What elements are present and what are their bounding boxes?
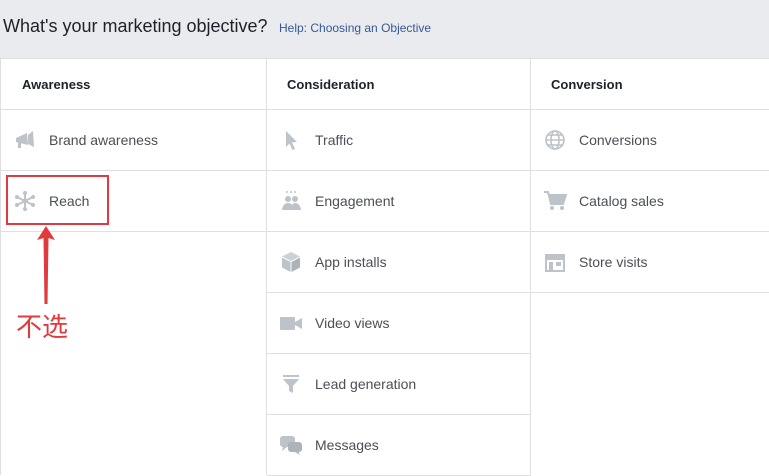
objective-header: What's your marketing objective? Help: C… [0, 0, 769, 58]
column-header-conversion: Conversion [531, 59, 769, 110]
column-conversion: Conversion Conversions Catalog sales Sto… [530, 59, 769, 475]
objective-catalog-sales[interactable]: Catalog sales [531, 171, 769, 232]
objective-messages[interactable]: Messages [267, 415, 531, 476]
objective-label: Lead generation [315, 376, 417, 392]
objective-label: Store visits [579, 254, 648, 270]
objective-grid: Awareness Brand awareness Reach Consider… [0, 58, 769, 476]
cursor-icon [279, 129, 303, 151]
objective-label: App installs [315, 254, 387, 270]
page-title: What's your marketing objective? [3, 16, 268, 36]
annotation-arrow-icon [37, 226, 55, 304]
globe-icon [543, 129, 567, 151]
video-camera-icon [279, 312, 303, 334]
column-consideration: Consideration Traffic Engagement App ins… [266, 59, 531, 476]
annotation-highlight-box [6, 175, 109, 225]
objective-label: Catalog sales [579, 193, 664, 209]
column-header-awareness: Awareness [1, 59, 266, 110]
objective-label: Brand awareness [49, 132, 158, 148]
people-icon [279, 190, 303, 212]
objective-engagement[interactable]: Engagement [267, 171, 531, 232]
help-link[interactable]: Help: Choosing an Objective [279, 21, 431, 35]
chat-bubbles-icon [279, 434, 303, 456]
cart-icon [543, 190, 567, 212]
objective-traffic[interactable]: Traffic [267, 110, 531, 171]
objective-label: Video views [315, 315, 390, 331]
objective-lead-generation[interactable]: Lead generation [267, 354, 531, 415]
objective-app-installs[interactable]: App installs [267, 232, 531, 293]
objective-label: Engagement [315, 193, 395, 209]
objective-conversions[interactable]: Conversions [531, 110, 769, 171]
objective-label: Traffic [315, 132, 354, 148]
objective-label: Messages [315, 437, 379, 453]
box-icon [279, 251, 303, 273]
annotation-text: 不选 [16, 313, 69, 343]
objective-video-views[interactable]: Video views [267, 293, 531, 354]
store-icon [543, 251, 567, 273]
funnel-icon [279, 373, 303, 395]
objective-label: Conversions [579, 132, 657, 148]
objective-store-visits[interactable]: Store visits [531, 232, 769, 293]
column-header-consideration: Consideration [267, 59, 531, 110]
objective-brand-awareness[interactable]: Brand awareness [1, 110, 266, 171]
megaphone-icon [13, 129, 37, 151]
